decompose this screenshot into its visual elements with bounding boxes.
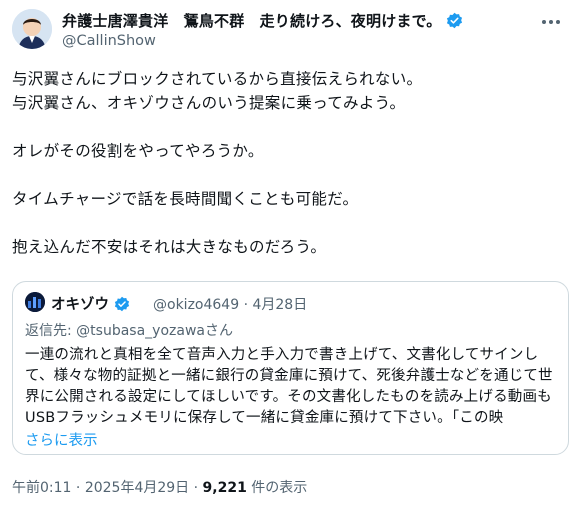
views-label: 件の表示 [246, 480, 308, 496]
quote-show-more-link[interactable]: さらに表示 [25, 429, 98, 450]
quote-reply-prefix: 返信先: [25, 323, 77, 339]
author-avatar[interactable] [12, 9, 52, 49]
more-dots-icon [542, 20, 560, 24]
quote-text: 一連の流れと真相を全て音声入力と手入力で書き上げて、文書化してサインして、様々な… [25, 347, 553, 426]
quoted-tweet[interactable]: オキゾウ @okizo4649 · 4月28日 返信先: @tsubasa_yo… [12, 281, 569, 455]
quote-reply-mention[interactable]: @tsubasa_yozawaさん [76, 323, 233, 339]
tweet-footer: 午前0:11 · 2025年4月29日 · 9,221 件の表示 [12, 477, 307, 497]
quote-meta: @okizo4649 · 4月28日 [153, 294, 307, 314]
quote-author-handle[interactable]: @okizo4649 [153, 297, 239, 313]
author-display-name-text[interactable]: 弁護士唐澤貴洋 鵟鳥不群 走り続けろ、夜明けまで。 [62, 12, 441, 30]
tweet-date[interactable]: 2025年4月29日 [85, 480, 189, 496]
author-handle[interactable]: @CallinShow [62, 33, 156, 49]
quote-author-name[interactable]: オキゾウ [51, 293, 130, 316]
footer-separator: · [75, 480, 81, 496]
quote-verified-badge-icon [114, 296, 130, 316]
quote-reply-to: 返信先: @tsubasa_yozawaさん [25, 320, 233, 340]
quote-author-name-text[interactable]: オキゾウ [51, 297, 109, 313]
footer-separator-2: · [193, 480, 199, 496]
verified-badge-icon [446, 12, 463, 33]
quote-meta-separator: · [243, 297, 249, 313]
tweet-text: 与沢翼さんにブロックされているから直接伝えられない。 与沢翼さん、オキゾウさんの… [12, 70, 423, 256]
author-display-name[interactable]: 弁護士唐澤貴洋 鵟鳥不群 走り続けろ、夜明けまで。 [62, 10, 463, 33]
more-options-button[interactable] [536, 12, 566, 32]
quote-date[interactable]: 4月28日 [252, 297, 307, 313]
tweet-time[interactable]: 午前0:11 [12, 480, 71, 496]
quote-author-avatar[interactable] [25, 292, 45, 312]
views-count: 9,221 [202, 480, 247, 496]
